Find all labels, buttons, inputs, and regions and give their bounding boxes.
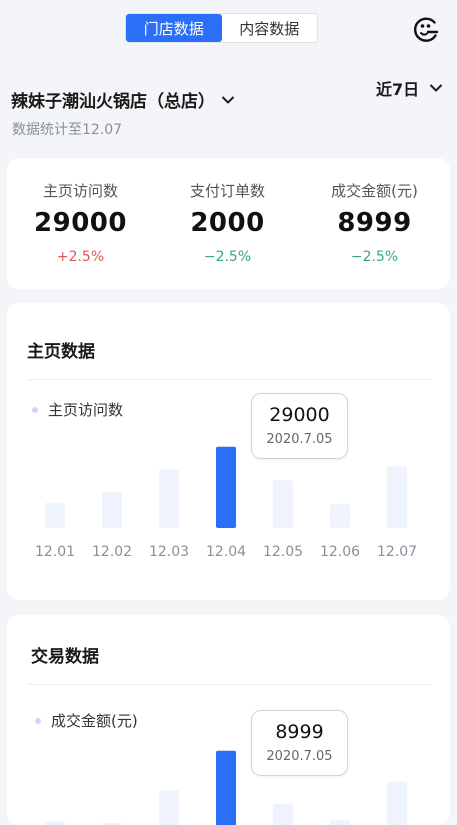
chart-bar-12.02[interactable] <box>102 491 122 528</box>
tooltip-date: 2020.7.05 <box>266 749 333 764</box>
tab-store-data[interactable]: 门店数据 <box>126 14 222 42</box>
chart-bar-12.03[interactable] <box>159 469 179 528</box>
chart-tooltip: 8999 2020.7.05 <box>251 710 348 776</box>
store-selector[interactable]: 辣妹子潮汕火锅店（总店） <box>11 87 235 112</box>
home-data-card: 主页数据 主页访问数 12.01 12.02 12.03 12.04 12.05 12.0… <box>7 303 450 600</box>
face-service-icon[interactable] <box>411 14 441 44</box>
trade-data-card: 交易数据 成交金额(元) 8999 2020.7.05 <box>7 615 450 825</box>
chart-bar-12.07[interactable] <box>387 781 407 825</box>
x-tick-label: 12.02 <box>92 544 132 560</box>
kpi-label: 主页访问数 <box>42 182 118 200</box>
kpi-value: 29000 <box>34 208 127 238</box>
tooltip-date: 2020.7.05 <box>266 432 333 447</box>
kpi-change: −2.5% <box>350 249 399 265</box>
kpi-value: 2000 <box>190 208 265 238</box>
chart-bar-12.06[interactable] <box>330 504 350 528</box>
x-tick-label: 12.04 <box>206 544 246 560</box>
chevron-down-icon <box>222 96 234 103</box>
store-name: 辣妹子潮汕火锅店（总店） <box>11 92 215 112</box>
x-tick-label: 12.06 <box>320 544 360 560</box>
home-visits-bar-chart: 12.01 12.02 12.03 12.04 12.05 12.06 12.07 <box>35 446 417 560</box>
x-tick-label: 12.07 <box>377 544 417 560</box>
transaction-amount-bar-chart <box>45 750 407 825</box>
x-tick-label: 12.03 <box>149 544 189 560</box>
chart-bar-12.07[interactable] <box>387 466 407 528</box>
kpi-change: +2.5% <box>56 249 105 265</box>
chevron-down-icon <box>430 84 443 92</box>
kpi-change: −2.5% <box>203 249 252 265</box>
x-tick-label: 12.05 <box>263 544 303 560</box>
chart-bar-12.03[interactable] <box>159 790 179 825</box>
data-type-switch: 门店数据 内容数据 <box>125 13 318 43</box>
chart-bar-12.06[interactable] <box>330 819 350 825</box>
chart-bar-12.01[interactable] <box>45 821 65 825</box>
date-range-label: 近7日 <box>376 80 420 99</box>
stats-date-note: 数据统计至12.07 <box>12 122 123 138</box>
kpi-label: 支付订单数 <box>189 182 265 200</box>
tooltip-value: 8999 <box>275 721 324 743</box>
kpi-label: 成交金额(元) <box>331 182 418 200</box>
tooltip-value: 29000 <box>269 404 330 426</box>
chart-bar-12.05[interactable] <box>273 803 293 825</box>
chart-bar-12.01[interactable] <box>45 502 65 528</box>
tab-content-data[interactable]: 内容数据 <box>222 14 318 42</box>
date-range-selector[interactable]: 近7日 <box>376 76 443 100</box>
chart-tooltip: 29000 2020.7.05 <box>251 393 348 459</box>
chart-bar-12.04[interactable] <box>216 750 236 825</box>
chart-bar-12.05[interactable] <box>273 480 293 528</box>
x-tick-label: 12.01 <box>35 544 75 560</box>
chart-bar-12.04[interactable] <box>216 446 236 528</box>
kpi-summary-card: 主页访问数 29000 +2.5% 支付订单数 2000 −2.5% 成交金额(… <box>7 158 450 289</box>
kpi-value: 8999 <box>337 208 412 238</box>
